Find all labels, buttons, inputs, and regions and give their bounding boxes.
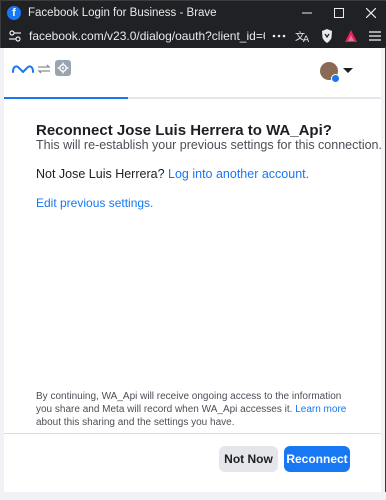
url-field[interactable]: facebook.com/v23.0/dialog/oauth?client_i… (29, 29, 265, 43)
window-bottom-edge (0, 492, 386, 500)
close-icon[interactable] (355, 1, 386, 25)
connection-arrows-icon (37, 64, 51, 74)
facebook-icon: f (7, 6, 21, 20)
access-disclaimer: By continuing, WA_Api will receive ongoi… (36, 390, 348, 429)
edit-previous-settings-link[interactable]: Edit previous settings. (36, 196, 153, 210)
progress-bar (4, 97, 381, 99)
window-controls (291, 1, 386, 25)
dialog-header (4, 48, 381, 99)
site-info-icon[interactable] (7, 28, 23, 44)
more-icon[interactable] (269, 28, 289, 44)
disclaimer-text-end: about this sharing and the settings you … (36, 417, 235, 428)
translate-icon[interactable]: 文A (293, 28, 313, 44)
oauth-dialog: Reconnect Jose Luis Herrera to WA_Api? T… (4, 48, 382, 492)
not-now-button[interactable]: Not Now (219, 446, 278, 472)
log-into-another-account-link[interactable]: Log into another account. (168, 167, 309, 181)
account-dropdown-chevron-icon[interactable] (343, 68, 353, 73)
dialog-subtitle: This will re-establish your previous set… (36, 138, 382, 152)
learn-more-link[interactable]: Learn more (295, 404, 346, 415)
address-bar: facebook.com/v23.0/dialog/oauth?client_i… (1, 25, 386, 47)
footer-divider (4, 433, 381, 434)
reconnect-button[interactable]: Reconnect (284, 446, 350, 472)
menu-icon[interactable] (365, 28, 385, 44)
not-user-line: Not Jose Luis Herrera? Log into another … (36, 167, 309, 181)
svg-text:A: A (303, 35, 310, 43)
background-page-right (381, 48, 385, 492)
window-title: Facebook Login for Business - Brave (28, 7, 217, 19)
title-bar: f Facebook Login for Business - Brave (1, 1, 386, 25)
maximize-icon[interactable] (323, 1, 355, 25)
facebook-badge-icon (331, 74, 340, 83)
progress-bar-fill (4, 97, 129, 99)
meta-logo-icon (12, 65, 34, 74)
app-gear-icon (55, 60, 71, 76)
dialog-title: Reconnect Jose Luis Herrera to WA_Api? (36, 122, 332, 139)
brave-shields-icon[interactable] (317, 28, 337, 44)
minimize-icon[interactable] (291, 1, 323, 25)
brave-rewards-icon[interactable] (341, 28, 361, 44)
not-user-text: Not Jose Luis Herrera? (36, 167, 165, 181)
address-bar-icons: 文A (269, 28, 385, 44)
